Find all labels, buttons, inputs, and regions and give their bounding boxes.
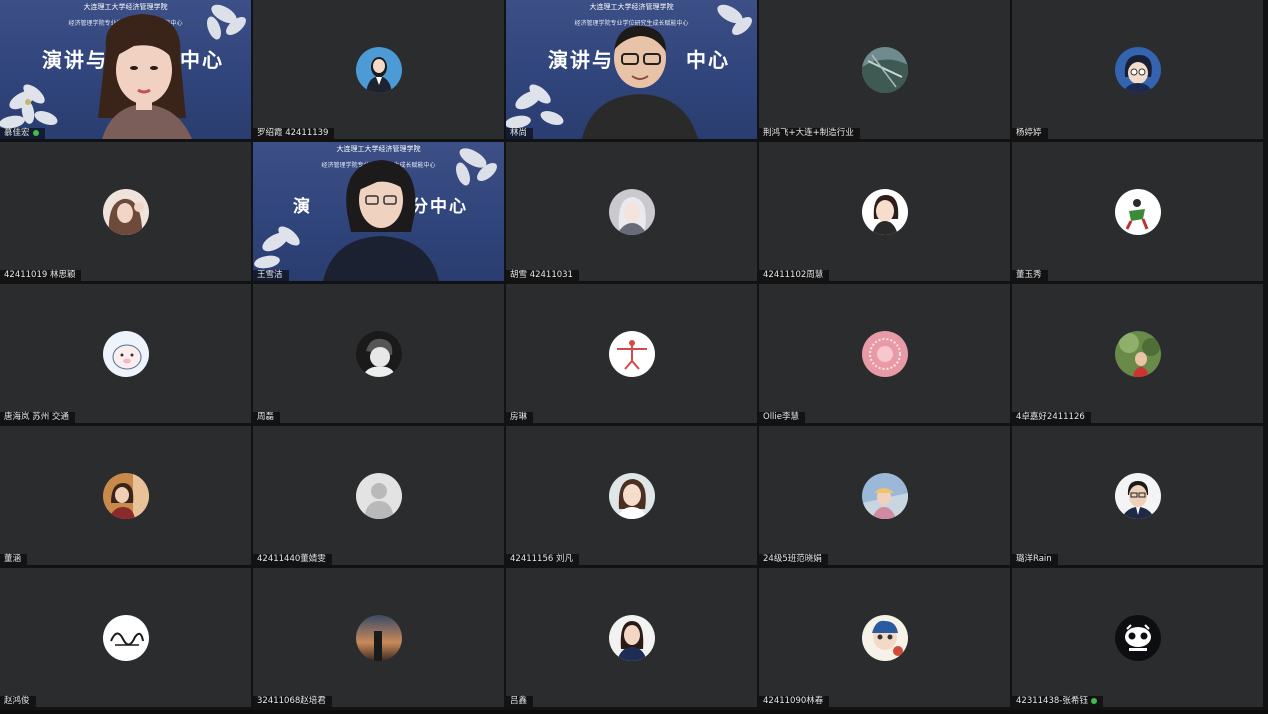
video-feed: 大连理工大学经济管理学院 经济管理学院专业学位研究生成长赋能中心 演讲与中心 [0, 0, 251, 139]
participant-tile[interactable]: 胡雪 42411031 [506, 142, 757, 281]
participant-name: 董玉秀 [1012, 270, 1048, 281]
avatar [1114, 46, 1161, 93]
participant-name: 赵鸿俊 [0, 696, 36, 707]
participant-tile[interactable]: 吕鑫 [506, 568, 757, 707]
participant-tile-video[interactable]: 大连理工大学经济管理学院 经济管理学院专业学位研究生成长赋能中心 演讲与中心 [0, 0, 251, 139]
participant-name: 胡雪 42411031 [506, 270, 579, 281]
flower-decoration [717, 4, 752, 35]
flower-decoration [456, 148, 497, 186]
mic-active-icon [32, 129, 39, 136]
avatar [1114, 188, 1161, 235]
avatar [608, 188, 655, 235]
participant-name: 32411068赵培君 [253, 696, 332, 707]
bottom-edge [0, 710, 1268, 714]
presenter-woman [323, 160, 439, 281]
participant-name: 42411019 林思颖 [0, 270, 82, 281]
avatar [1114, 614, 1161, 661]
participant-grid: 大连理工大学经济管理学院 经济管理学院专业学位研究生成长赋能中心 演讲与中心 [0, 0, 1268, 714]
avatar [608, 472, 655, 519]
avatar [355, 614, 402, 661]
participant-tile[interactable]: 董涵 [0, 426, 251, 565]
participant-tile[interactable]: Ollie李慧 [759, 284, 1010, 423]
participant-tile[interactable]: 42411019 林思颖 [0, 142, 251, 281]
participant-tile[interactable]: 赵鸿俊 [0, 568, 251, 707]
participant-name: 42411440董婧雯 [253, 554, 332, 565]
participant-tile[interactable]: 42411156 刘凡 [506, 426, 757, 565]
participant-name: Ollie李慧 [759, 412, 806, 423]
mic-active-icon [1090, 697, 1097, 704]
avatar [608, 614, 655, 661]
participant-tile[interactable]: 42411102周慧 [759, 142, 1010, 281]
avatar [861, 472, 908, 519]
participant-tile[interactable]: 杨婷婷 [1012, 0, 1263, 139]
participant-name: 唐海岚 苏州 交通 [0, 412, 75, 423]
participant-tile[interactable]: 周磊 [253, 284, 504, 423]
participant-name: 42411156 刘凡 [506, 554, 579, 565]
avatar [861, 614, 908, 661]
participant-tile[interactable]: 42411090林春 [759, 568, 1010, 707]
participant-name: 吕鑫 [506, 696, 534, 707]
avatar [102, 472, 149, 519]
avatar [355, 46, 402, 93]
participant-name: 董涵 [0, 554, 28, 565]
participant-tile[interactable]: 42411440董婧雯 [253, 426, 504, 565]
video-feed: 大连理工大学经济管理学院 经济管理学院专业学位研究生成长赋能中心 演作分中心 [253, 142, 504, 281]
participant-tile-video-active-speaker[interactable]: 大连理工大学经济管理学院 经济管理学院专业学位研究生成长赋能中心 演讲与中心 [506, 0, 757, 139]
participant-name: 慕佳宏 [0, 128, 45, 139]
avatar [1114, 472, 1161, 519]
participant-name: 杨婷婷 [1012, 128, 1048, 139]
presenter-man [582, 25, 698, 139]
avatar [861, 188, 908, 235]
participant-name: 42311438-张希钰 [1012, 696, 1103, 707]
participant-name: 璐洋Rain [1012, 554, 1058, 565]
participant-tile-video[interactable]: 大连理工大学经济管理学院 经济管理学院专业学位研究生成长赋能中心 演作分中心 [253, 142, 504, 281]
avatar [861, 330, 908, 377]
participant-tile[interactable]: 唐海岚 苏州 交通 [0, 284, 251, 423]
participant-tile[interactable]: 24级5班范晓娟 [759, 426, 1010, 565]
avatar [608, 330, 655, 377]
participant-tile[interactable]: 璐洋Rain [1012, 426, 1263, 565]
avatar [355, 330, 402, 377]
participant-tile[interactable]: 42311438-张希钰 [1012, 568, 1263, 707]
participant-name: 24级5班范晓娟 [759, 554, 828, 565]
participant-name: 房琳 [506, 412, 534, 423]
participant-tile[interactable]: 房琳 [506, 284, 757, 423]
participant-name: 42411090林春 [759, 696, 830, 707]
avatar [355, 472, 402, 519]
avatar [102, 614, 149, 661]
participant-name: 42411102周慧 [759, 270, 830, 281]
avatar [1114, 330, 1161, 377]
avatar [102, 330, 149, 377]
avatar [861, 46, 908, 93]
participant-name: 王雪洁 [253, 270, 289, 281]
participant-tile[interactable]: 董玉秀 [1012, 142, 1263, 281]
video-feed: 大连理工大学经济管理学院 经济管理学院专业学位研究生成长赋能中心 演讲与中心 [506, 0, 757, 139]
participant-name: 林尚 [506, 128, 534, 139]
participant-name: 4卓嘉好2411126 [1012, 412, 1091, 423]
participant-tile[interactable]: 4卓嘉好2411126 [1012, 284, 1263, 423]
avatar [102, 188, 149, 235]
participant-name: 罗绍霞 42411139 [253, 128, 335, 139]
participant-name: 荆鸿飞+大连+制造行业 [759, 128, 860, 139]
participant-name: 周磊 [253, 412, 281, 423]
presenter-woman [98, 14, 192, 139]
participant-tile[interactable]: 罗绍霞 42411139 [253, 0, 504, 139]
participant-tile[interactable]: 荆鸿飞+大连+制造行业 [759, 0, 1010, 139]
participant-tile[interactable]: 32411068赵培君 [253, 568, 504, 707]
